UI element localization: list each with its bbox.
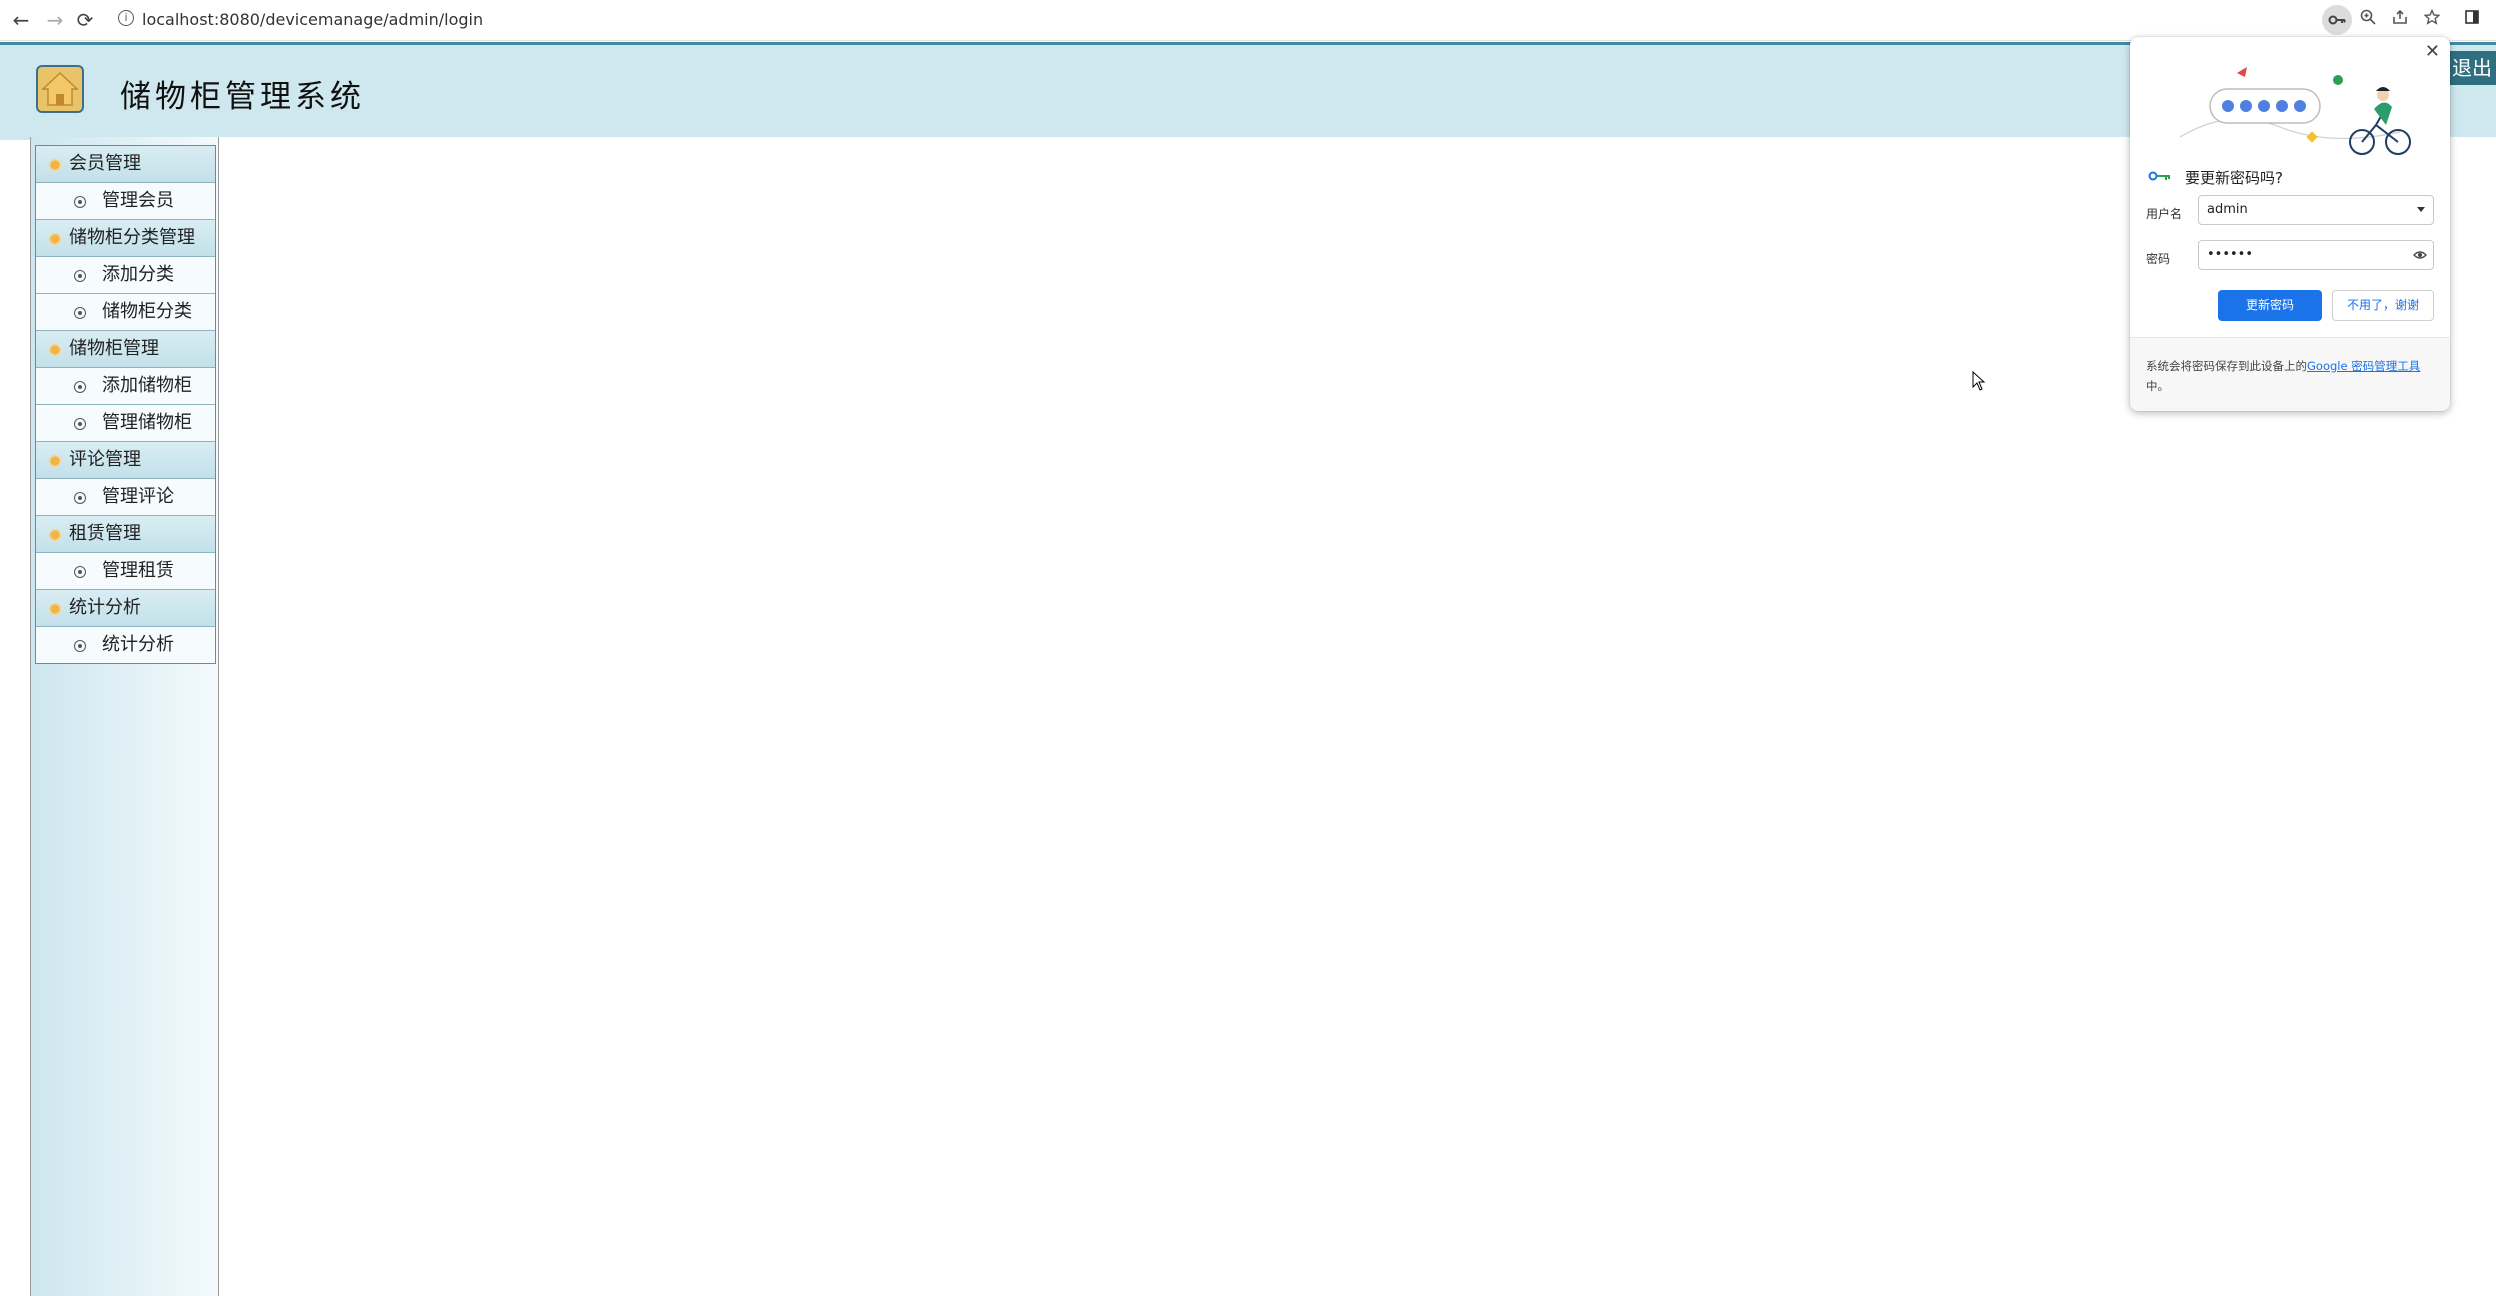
sidebar: 会员管理 管理会员 储物柜分类管理 添加分类 储物柜分类 储物柜管理 添加储物柜… xyxy=(30,137,219,1296)
update-password-button[interactable]: 更新密码 xyxy=(2218,290,2322,321)
menu-item-add-locker[interactable]: 添加储物柜 xyxy=(36,368,215,405)
menu-item-label: 添加储物柜 xyxy=(102,375,192,396)
menu-item-label: 储物柜分类 xyxy=(102,301,192,322)
menu-group-statistics[interactable]: 统计分析 xyxy=(36,590,215,627)
sun-icon xyxy=(48,343,62,357)
logout-button[interactable]: 退出 xyxy=(2450,51,2496,85)
chevron-down-icon xyxy=(2417,207,2425,212)
menu-item-label: 添加分类 xyxy=(102,264,174,285)
menu-item-locker-categories[interactable]: 储物柜分类 xyxy=(36,294,215,331)
zoom-icon[interactable] xyxy=(2356,8,2380,32)
menu-item-label: 管理会员 xyxy=(102,190,174,211)
bullet-circle-icon xyxy=(74,492,86,504)
menu-item-manage-lockers[interactable]: 管理储物柜 xyxy=(36,405,215,442)
browser-toolbar: ← → ⟳ i localhost:8080/devicemanage/admi… xyxy=(0,0,2496,41)
password-key-icon[interactable] xyxy=(2322,5,2352,35)
app-header: 储物柜管理系统 退出 xyxy=(0,42,2496,140)
menu-group-label: 会员管理 xyxy=(69,153,141,174)
password-illustration xyxy=(2179,67,2411,155)
dialog-title: 要更新密码吗? xyxy=(2185,169,2283,187)
menu-group-member[interactable]: 会员管理 xyxy=(36,146,215,183)
sun-icon xyxy=(48,158,62,172)
menu-group-label: 统计分析 xyxy=(69,597,141,618)
username-value: admin xyxy=(2207,202,2248,217)
password-manager-link[interactable]: Google 密码管理工具 xyxy=(2307,359,2420,373)
home-logo-icon[interactable] xyxy=(36,65,84,113)
password-update-dialog: ✕ 要更新密码吗? 用户名 admin 密码 •••••• 更新密码 不用了，谢… xyxy=(2130,37,2450,411)
back-arrow-icon[interactable]: ← xyxy=(8,8,34,32)
eye-icon[interactable] xyxy=(2413,248,2427,262)
menu-item-label: 统计分析 xyxy=(102,634,174,655)
bullet-circle-icon xyxy=(74,566,86,578)
bullet-circle-icon xyxy=(74,640,86,652)
password-field[interactable]: •••••• xyxy=(2198,240,2434,270)
password-value: •••••• xyxy=(2207,247,2254,262)
menu-item-label: 管理储物柜 xyxy=(102,412,192,433)
reload-icon[interactable]: ⟳ xyxy=(72,8,98,32)
bullet-circle-icon xyxy=(74,418,86,430)
bookmark-star-icon[interactable] xyxy=(2420,8,2444,32)
sun-icon xyxy=(48,454,62,468)
menu-item-statistics[interactable]: 统计分析 xyxy=(36,627,215,663)
username-label: 用户名 xyxy=(2146,207,2183,221)
menu-group-rental[interactable]: 租赁管理 xyxy=(36,516,215,553)
bullet-circle-icon xyxy=(74,307,86,319)
bullet-circle-icon xyxy=(74,381,86,393)
sun-icon xyxy=(48,602,62,616)
forward-arrow-icon[interactable]: → xyxy=(42,8,68,32)
dismiss-button[interactable]: 不用了，谢谢 xyxy=(2332,290,2434,321)
menu-item-manage-comments[interactable]: 管理评论 xyxy=(36,479,215,516)
menu-item-label: 管理租赁 xyxy=(102,560,174,581)
menu-item-label: 管理评论 xyxy=(102,486,174,507)
menu-group-locker[interactable]: 储物柜管理 xyxy=(36,331,215,368)
menu-group-label: 租赁管理 xyxy=(69,523,141,544)
menu-group-label: 评论管理 xyxy=(69,449,141,470)
dialog-footer: 系统会将密码保存到此设备上的Google 密码管理工具中。 xyxy=(2130,337,2450,411)
sun-icon xyxy=(48,528,62,542)
close-icon[interactable]: ✕ xyxy=(2425,41,2440,62)
menu-group-label: 储物柜管理 xyxy=(69,338,159,359)
share-icon[interactable] xyxy=(2388,8,2412,32)
sun-icon xyxy=(48,232,62,246)
footer-suffix: 中。 xyxy=(2146,379,2169,393)
username-select[interactable]: admin xyxy=(2198,195,2434,225)
site-info-icon[interactable]: i xyxy=(118,10,134,26)
key-icon xyxy=(2148,171,2170,181)
menu-group-comments[interactable]: 评论管理 xyxy=(36,442,215,479)
app-title: 储物柜管理系统 xyxy=(120,79,365,115)
menu-group-label: 储物柜分类管理 xyxy=(69,227,195,248)
side-panel-icon[interactable] xyxy=(2460,8,2484,32)
address-bar[interactable]: localhost:8080/devicemanage/admin/login xyxy=(142,10,483,29)
bullet-circle-icon xyxy=(74,270,86,282)
footer-text: 系统会将密码保存到此设备上的 xyxy=(2146,359,2307,373)
menu-item-manage-rentals[interactable]: 管理租赁 xyxy=(36,553,215,590)
menu-group-locker-category[interactable]: 储物柜分类管理 xyxy=(36,220,215,257)
mouse-cursor-icon xyxy=(1972,371,1986,391)
sidebar-menu: 会员管理 管理会员 储物柜分类管理 添加分类 储物柜分类 储物柜管理 添加储物柜… xyxy=(35,145,216,664)
password-label: 密码 xyxy=(2146,252,2171,266)
menu-item-add-category[interactable]: 添加分类 xyxy=(36,257,215,294)
bullet-circle-icon xyxy=(74,196,86,208)
menu-item-manage-members[interactable]: 管理会员 xyxy=(36,183,215,220)
